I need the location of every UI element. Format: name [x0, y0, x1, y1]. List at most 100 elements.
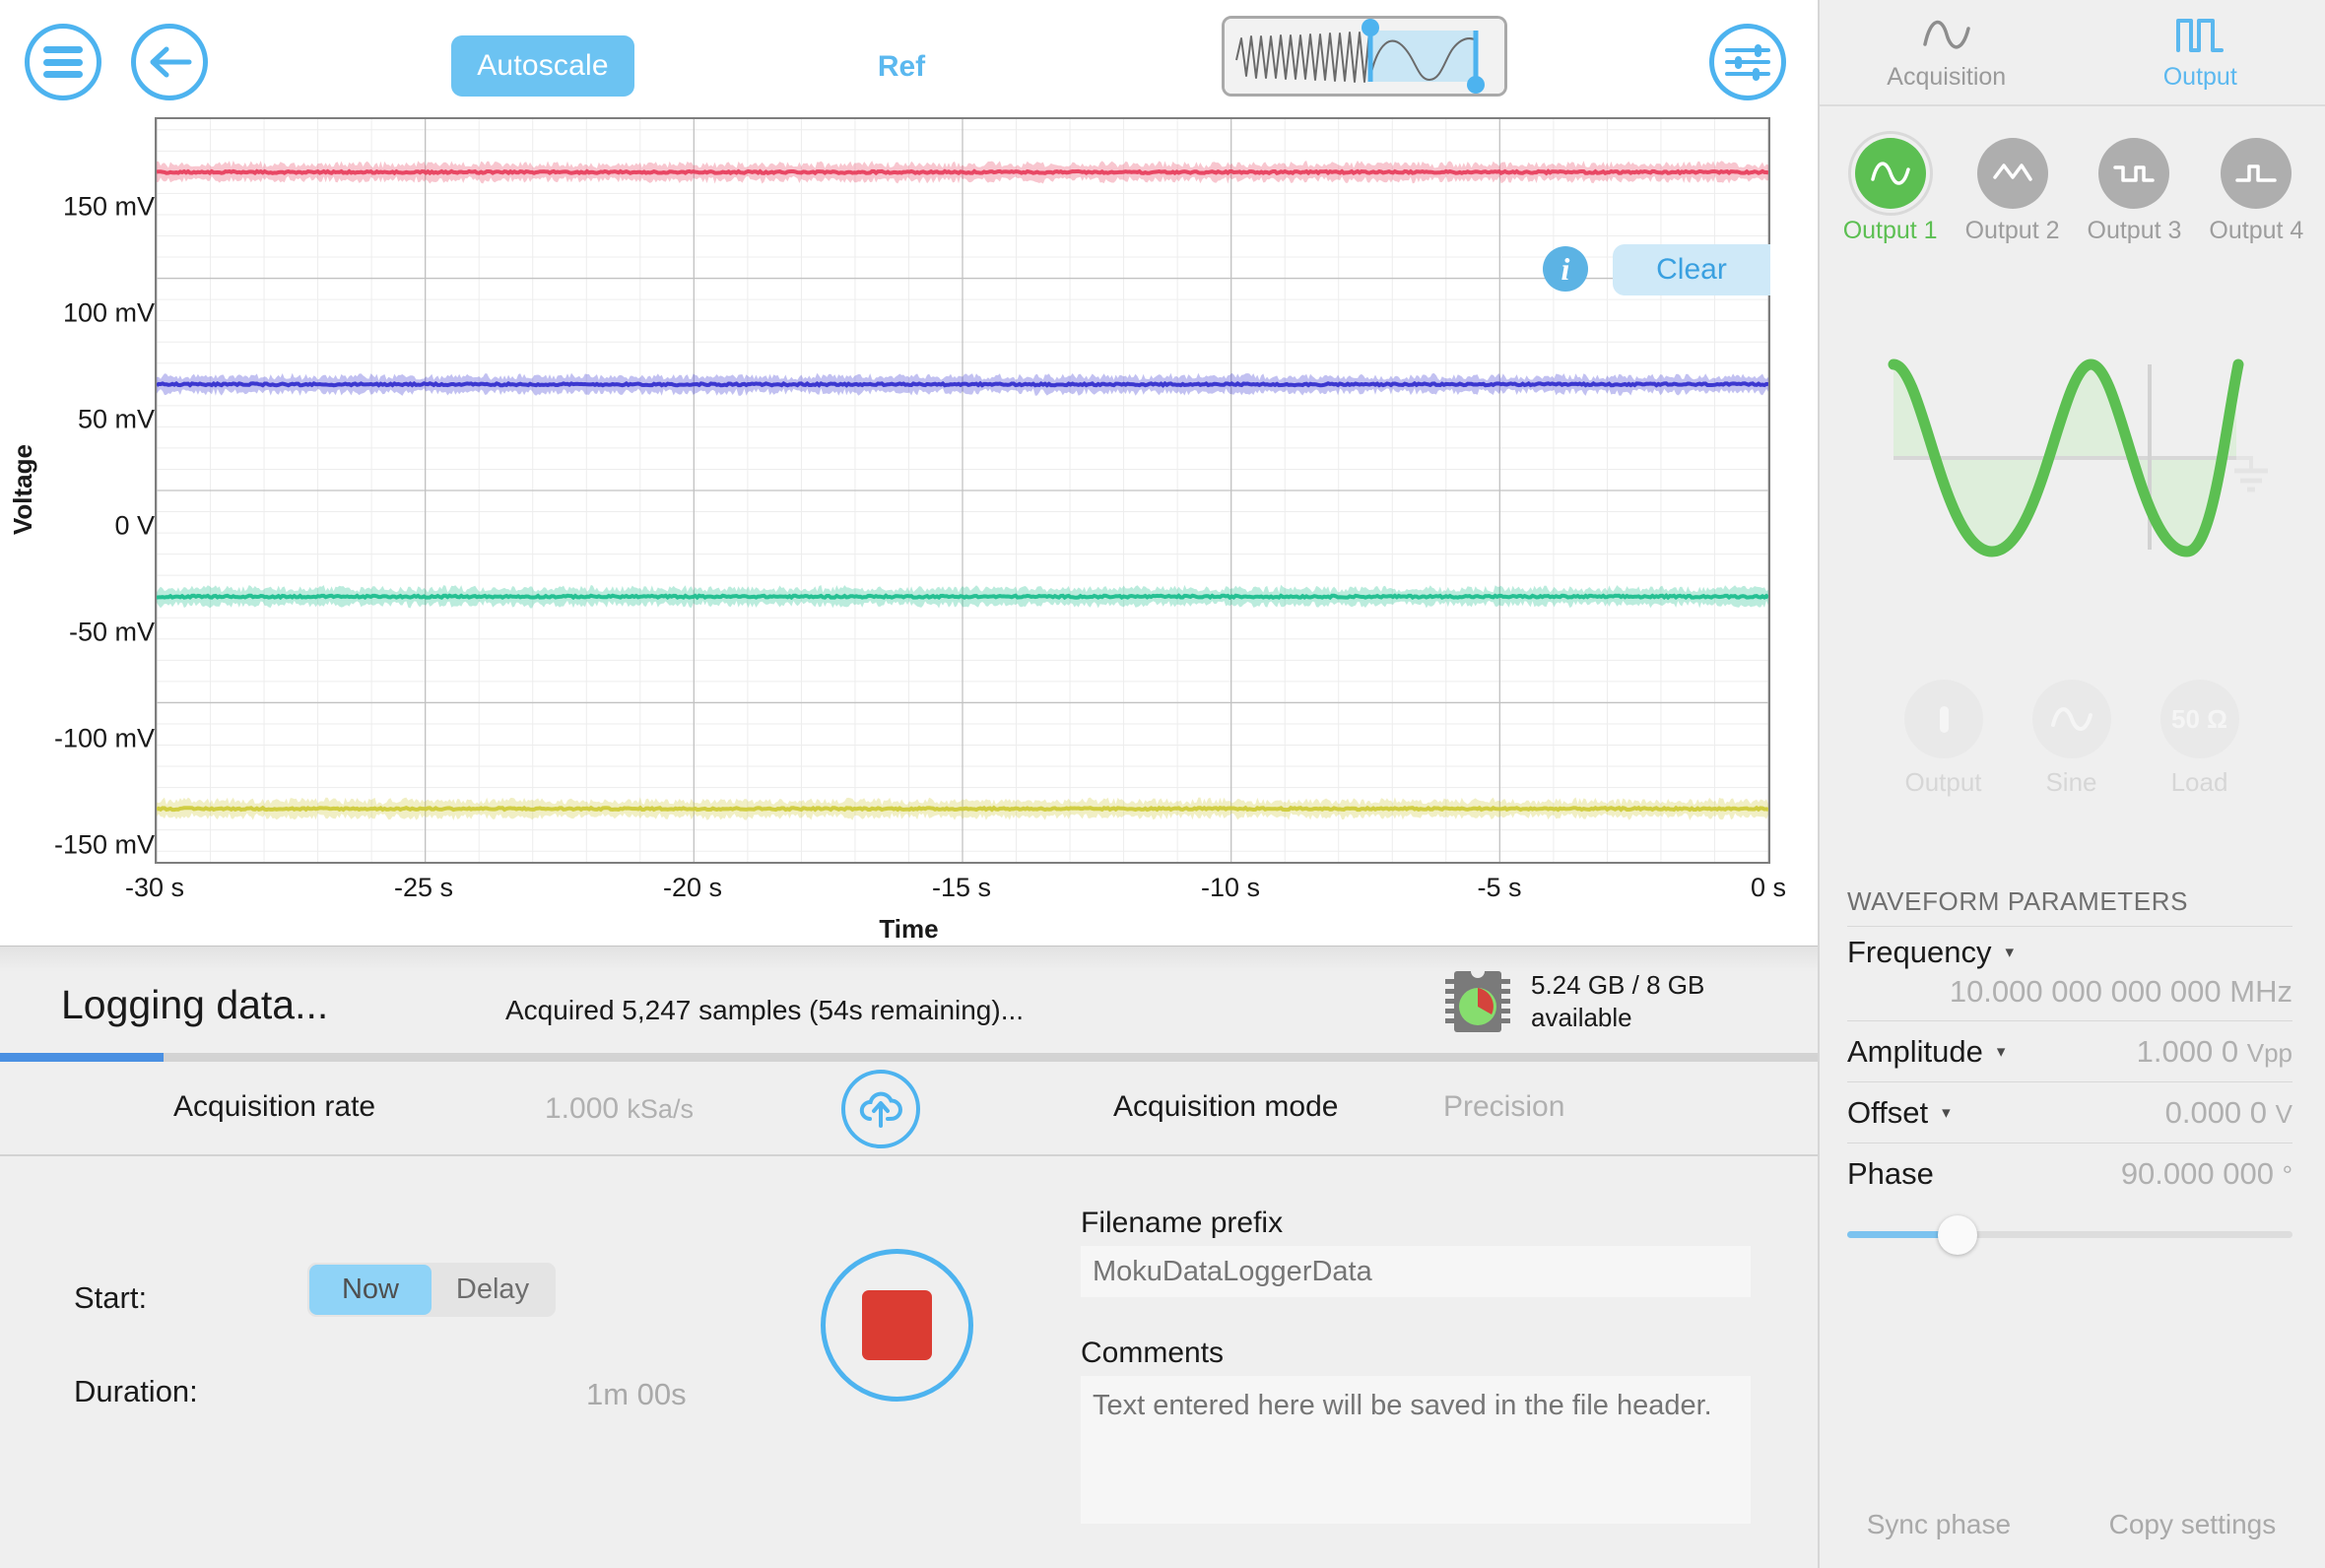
param-value[interactable]: 0.000 0 V	[2165, 1095, 2292, 1131]
cloud-upload-icon	[857, 1086, 904, 1133]
tab-acquisition[interactable]: Acquisition	[1820, 0, 2074, 104]
50-ohm-icon: 50 Ω	[2160, 680, 2239, 758]
menu-button[interactable]	[25, 24, 101, 100]
start-delay-button[interactable]: Delay	[432, 1265, 554, 1315]
clear-button[interactable]: Clear	[1613, 244, 1770, 295]
waveform-navigator[interactable]	[1222, 16, 1507, 97]
back-button[interactable]	[131, 24, 208, 100]
start-mode-segmented-control[interactable]: Now Delay	[307, 1263, 556, 1317]
panel-tabs: Acquisition Output	[1820, 0, 2325, 106]
tab-output[interactable]: Output	[2074, 0, 2325, 104]
sliders-settings-icon	[1724, 41, 1771, 83]
output-label: Output 4	[2209, 217, 2303, 245]
slider-thumb[interactable]	[1938, 1215, 1977, 1255]
param-value[interactable]: 90.000 000 °	[2121, 1156, 2292, 1192]
x-tick-label: -20 s	[604, 873, 781, 903]
start-now-button[interactable]: Now	[309, 1265, 432, 1315]
chevron-down-icon[interactable]: ▾	[2005, 943, 2014, 962]
acquisition-mode-label: Acquisition mode	[1113, 1090, 1338, 1124]
stop-logging-button[interactable]	[821, 1249, 973, 1402]
settings-button[interactable]	[1709, 24, 1786, 100]
app-root: Autoscale Ref	[0, 0, 2325, 1568]
mode-label: Load	[2171, 767, 2228, 798]
output-enable-button[interactable]: Output	[1904, 680, 1983, 798]
storage-indicator: 5.24 GB / 8 GB available	[1442, 965, 1704, 1038]
param-unit: MHz	[2229, 974, 2292, 1009]
chart-panel: Voltage 150 mV 100 mV 50 mV 0 V -50 mV -…	[0, 116, 1818, 946]
main-app-area: Autoscale Ref	[0, 0, 1818, 1568]
filename-prefix-label: Filename prefix	[1081, 1207, 1283, 1240]
mode-label: Output	[1904, 767, 1981, 798]
y-tick-label: 150 mV	[0, 192, 155, 223]
x-tick-label: -30 s	[66, 873, 243, 903]
param-name: Offset	[1847, 1095, 1928, 1131]
logging-status-title: Logging data...	[61, 982, 328, 1028]
load-impedance-text: 50 Ω	[2171, 704, 2227, 735]
chevron-down-icon[interactable]: ▾	[1942, 1103, 1951, 1123]
duration-value[interactable]: 1m 00s	[586, 1377, 687, 1412]
param-number: 0.000 0	[2165, 1095, 2267, 1130]
mode-label: Sine	[2045, 767, 2096, 798]
output-label: Output 2	[1965, 217, 2060, 245]
comments-input[interactable]	[1081, 1376, 1751, 1524]
filename-prefix-input[interactable]	[1081, 1246, 1751, 1297]
output-2-button[interactable]: Output 2	[1965, 138, 2060, 245]
acquisition-settings-row: Acquisition rate 1.000 kSa/s Acquisition…	[0, 1062, 1818, 1156]
param-name: Frequency	[1847, 935, 1991, 970]
progress-bar-fill	[0, 1053, 164, 1062]
triangle-wave-icon	[1977, 138, 2048, 209]
x-tick-label: -15 s	[873, 873, 1050, 903]
sync-phase-button[interactable]: Sync phase	[1867, 1509, 2011, 1540]
output-4-button[interactable]: Output 4	[2209, 138, 2303, 245]
acquisition-rate-number: 1.000	[545, 1092, 619, 1125]
hamburger-menu-icon	[43, 46, 83, 78]
info-icon[interactable]: i	[1543, 246, 1588, 292]
autoscale-button[interactable]: Autoscale	[451, 35, 634, 97]
y-tick-label: -100 mV	[0, 724, 155, 754]
ref-button[interactable]: Ref	[842, 45, 961, 89]
param-unit: V	[2276, 1099, 2292, 1129]
acquisition-rate-value[interactable]: 1.000 kSa/s	[545, 1092, 694, 1126]
storage-text: 5.24 GB / 8 GB available	[1531, 969, 1704, 1035]
duration-label: Duration:	[74, 1374, 198, 1409]
back-arrow-icon	[147, 41, 192, 83]
param-value[interactable]: 10.000 000 000 000 MHz	[1847, 974, 2292, 1010]
waveform-type-button[interactable]: Sine	[2032, 680, 2111, 798]
storage-capacity: 5.24 GB / 8 GB	[1531, 969, 1704, 1002]
sine-wave-icon	[1855, 138, 1926, 209]
output-3-button[interactable]: Output 3	[2088, 138, 2182, 245]
param-row-phase[interactable]: Phase 90.000 000 °	[1847, 1143, 2292, 1204]
param-row-amplitude[interactable]: Amplitude ▾ 1.000 0 Vpp	[1847, 1020, 2292, 1081]
acquired-samples-text: Acquired 5,247 samples (54s remaining)..…	[505, 995, 1024, 1026]
chevron-down-icon[interactable]: ▾	[1997, 1042, 2006, 1062]
sine-waveform-preview	[1832, 315, 2325, 601]
y-tick-label: 100 mV	[0, 298, 155, 329]
param-row-offset[interactable]: Offset ▾ 0.000 0 V	[1847, 1081, 2292, 1143]
param-value[interactable]: 1.000 0 Vpp	[2137, 1034, 2292, 1070]
output-mode-row: Output Sine 50 Ω Load	[1818, 680, 2325, 798]
plot-area[interactable]	[155, 117, 1770, 864]
cloud-upload-button[interactable]	[841, 1070, 920, 1148]
param-unit: °	[2283, 1160, 2292, 1190]
acquisition-rate-label: Acquisition rate	[173, 1090, 375, 1124]
param-number: 90.000 000	[2121, 1156, 2274, 1191]
x-axis-title: Time	[0, 914, 1818, 945]
progress-bar	[0, 1053, 1818, 1062]
square-wave-icon	[2098, 138, 2169, 209]
sine-wave-icon	[1920, 13, 1973, 59]
x-tick-label: -25 s	[335, 873, 512, 903]
panel-footer: Sync phase Copy settings	[1818, 1509, 2325, 1540]
comments-label: Comments	[1081, 1337, 1224, 1370]
param-name: Phase	[1847, 1156, 1934, 1192]
load-impedance-button[interactable]: 50 Ω Load	[2160, 680, 2239, 798]
x-tick-label: -5 s	[1411, 873, 1588, 903]
output-1-button[interactable]: Output 1	[1843, 138, 1938, 245]
param-name: Amplitude	[1847, 1034, 1983, 1070]
y-tick-label: -50 mV	[0, 618, 155, 648]
param-row-frequency[interactable]: Frequency ▾ 10.000 000 000 000 MHz	[1847, 926, 2292, 1020]
copy-settings-button[interactable]: Copy settings	[2109, 1509, 2277, 1540]
tab-label: Acquisition	[1887, 63, 2006, 92]
phase-slider[interactable]	[1847, 1213, 2292, 1253]
start-label: Start:	[74, 1280, 147, 1316]
acquisition-mode-value[interactable]: Precision	[1443, 1090, 1564, 1124]
